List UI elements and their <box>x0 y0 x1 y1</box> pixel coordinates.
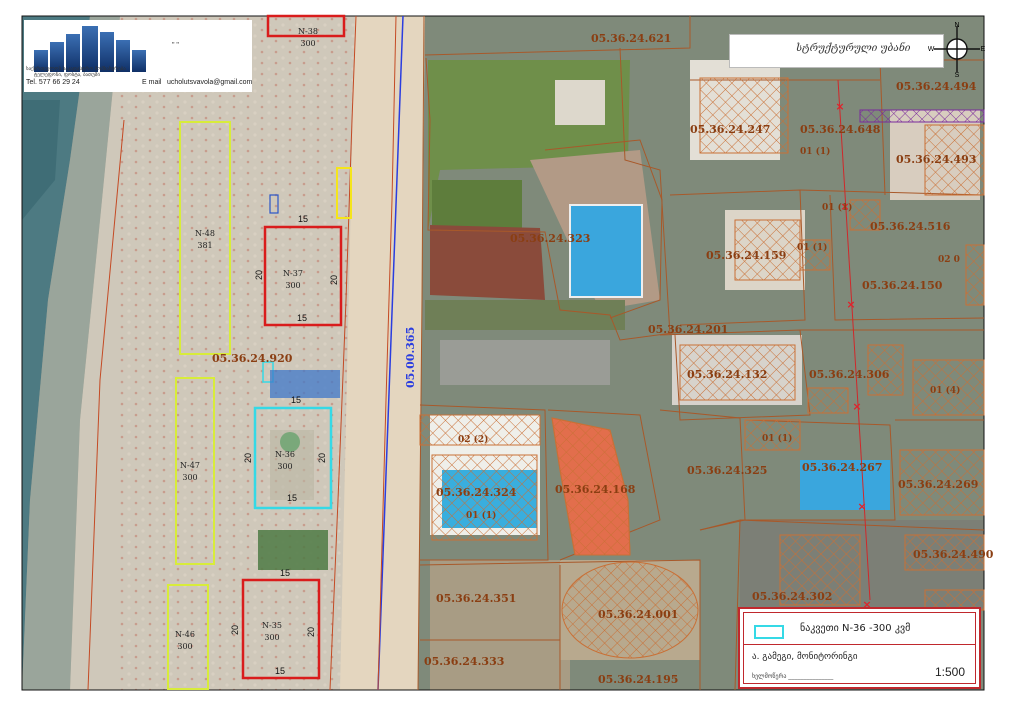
svg-text:×: × <box>852 400 861 413</box>
legend-label: ნაკვეთი N-36 -300 კვმ <box>800 623 911 634</box>
parcel-490: 05.36.24.490 <box>913 548 994 561</box>
map-legend: ნაკვეთი N-36 -300 კვმ ა. გამეგი, მონიტორ… <box>738 607 981 689</box>
unit-label: 01 (1) <box>466 510 496 521</box>
dim-n37-bottom: 15 <box>297 313 307 323</box>
zone-n47-area: 300 <box>182 473 197 482</box>
svg-text:×: × <box>835 100 844 113</box>
parcel-302: 05.36.24.302 <box>752 590 832 603</box>
zone-n46-label: N-46 <box>175 630 195 639</box>
kiosk-n36-area: 300 <box>277 462 292 471</box>
kiosk-n35-area: 300 <box>264 633 279 642</box>
parcel-247: 05.36.24.247 <box>690 123 770 136</box>
map-scale: 1:500 <box>934 665 965 679</box>
dim-n35-right: 20 <box>306 627 316 637</box>
parcel-195: 05.36.24.195 <box>598 673 678 686</box>
unit-label: 01 (4) <box>930 385 960 396</box>
parcel-324: 05.36.24.324 <box>436 486 517 499</box>
kiosk-n37-area: 300 <box>285 281 300 290</box>
unit-label: 02 0 <box>938 255 960 265</box>
map-title: სტრუქტურული უბანი <box>796 43 911 54</box>
road-label: 05.00.365 <box>404 327 417 388</box>
parcel-516: 05.36.24.516 <box>870 220 951 233</box>
parcel-306: 05.36.24.306 <box>809 368 890 381</box>
dim-n35-left: 20 <box>230 625 240 635</box>
company-logo-box: საქართველოს საკადასტრო მომსახურება ტელეფ… <box>24 20 252 92</box>
parcel-351: 05.36.24.351 <box>436 592 516 605</box>
parcel-920: 05.36.24.920 <box>212 352 293 365</box>
parcel-325: 05.36.24.325 <box>687 464 767 477</box>
dim-n36-right: 20 <box>317 453 327 463</box>
dim-n37-top: 15 <box>298 214 308 224</box>
parcel-159: 05.36.24.159 <box>706 249 786 262</box>
parcel-267: 05.36.24.267 <box>802 461 882 474</box>
compass-e: E <box>981 46 986 53</box>
kiosk-n35-label: N-35 <box>262 621 282 630</box>
company-email: ucholutsvavola@gmail.com <box>167 79 253 86</box>
compass-s: S <box>955 72 960 78</box>
unit-label: 01 (1) <box>822 202 852 213</box>
compass-icon: N S E W <box>928 22 986 78</box>
legend-author: ა. გამეგი, მონიტორინგი <box>752 652 858 662</box>
dim-n36-bottom: 15 <box>287 493 297 503</box>
legend-swatch <box>754 625 784 639</box>
compass-w: W <box>928 46 935 53</box>
unit-label: 01 (1) <box>800 146 830 157</box>
parcel-621: 05.36.24.621 <box>591 32 671 45</box>
svg-text:×: × <box>846 298 855 311</box>
parcel-494: 05.36.24.494 <box>896 80 977 93</box>
zone-n48-area: 381 <box>197 241 212 250</box>
parcel-001: 05.36.24.001 <box>598 608 678 621</box>
parcel-201: 05.36.24.201 <box>648 323 728 336</box>
parcel-323: 05.36.24.323 <box>510 232 590 245</box>
unit-label: 02 (2) <box>458 434 488 445</box>
hotel-pool <box>569 204 643 298</box>
company-logo-icon <box>34 24 154 72</box>
map-title-box: სტრუქტურული უბანი <box>729 34 944 68</box>
company-phone: Tel. 577 66 29 24 <box>26 79 80 86</box>
kiosk-n37-label: N-37 <box>283 269 303 278</box>
parcel-333: 05.36.24.333 <box>424 655 504 668</box>
kiosk-n38-label: N-38 <box>298 27 318 36</box>
company-mark: " " <box>172 42 179 49</box>
zone-n48-label: N-48 <box>195 229 215 238</box>
svg-text:×: × <box>857 500 866 513</box>
dim-n37-right: 20 <box>329 275 339 285</box>
email-label: E mail <box>142 79 162 86</box>
zone-n46-area: 300 <box>177 642 192 651</box>
parcel-493: 05.36.24.493 <box>896 153 976 166</box>
parcel-132: 05.36.24.132 <box>687 368 767 381</box>
parcel-269: 05.36.24.269 <box>898 478 978 491</box>
dim-n36-top: 15 <box>291 395 301 405</box>
parcel-168: 05.36.24.168 <box>555 483 636 496</box>
company-subtitle: ტელეფონი, ფოსტა, ბათუმი <box>34 72 100 78</box>
dim-n35-bottom: 15 <box>275 666 285 676</box>
legend-signature: ხელმოწერა _______________ <box>752 673 834 680</box>
dim-n37-left: 20 <box>254 270 264 280</box>
dim-n35-top: 15 <box>280 568 290 578</box>
parcel-648: 05.36.24.648 <box>800 123 881 136</box>
dim-n36-left: 20 <box>243 453 253 463</box>
unit-label: 01 (1) <box>797 242 827 253</box>
compass-n: N <box>954 22 959 29</box>
unit-label: 01 (1) <box>762 433 792 444</box>
kiosk-n38-area: 300 <box>300 39 315 48</box>
kiosk-n36-label: N-36 <box>275 450 295 459</box>
zone-n47-label: N-47 <box>180 461 200 470</box>
parcel-150: 05.36.24.150 <box>862 279 943 292</box>
